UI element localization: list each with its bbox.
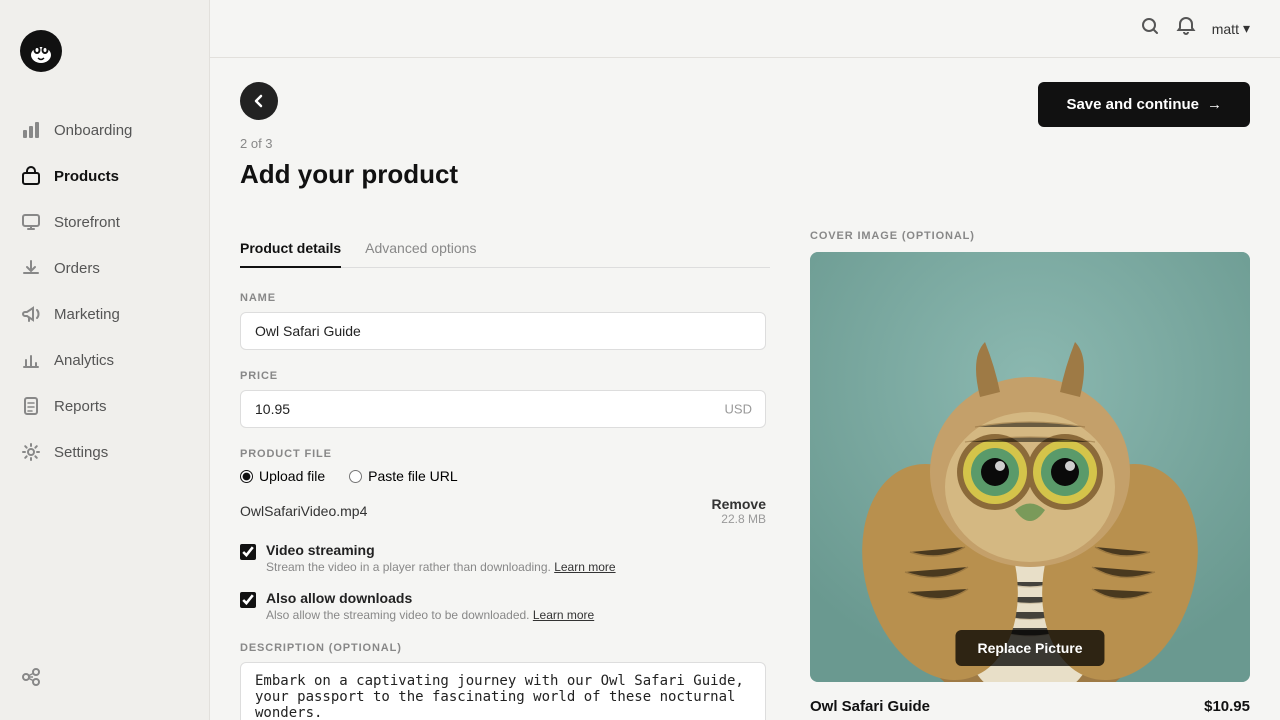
radio-upload-input[interactable] [240, 470, 253, 483]
sidebar-item-reports[interactable]: Reports [0, 383, 209, 429]
sidebar-item-storefront[interactable]: Storefront [0, 199, 209, 245]
sidebar-item-affiliate[interactable] [0, 654, 209, 700]
bell-icon[interactable] [1176, 16, 1196, 41]
video-streaming-desc: Stream the video in a player rather than… [266, 560, 616, 574]
name-field-label: NAME [240, 292, 766, 304]
user-menu[interactable]: matt ▾ [1212, 20, 1250, 37]
gear-icon [20, 441, 42, 463]
top-section: 2 of 3 Add your product Save and continu… [210, 58, 1280, 210]
name-field-group: NAME [240, 292, 766, 350]
save-arrow-icon: → [1207, 96, 1222, 113]
name-input[interactable] [240, 312, 766, 350]
allow-downloads-label: Also allow downloads [266, 590, 594, 606]
tab-product-details[interactable]: Product details [240, 230, 341, 268]
cover-panel: COVER IMAGE (OPTIONAL) [810, 230, 1250, 690]
currency-label: USD [725, 402, 752, 417]
file-type-radio-group: Upload file Paste file URL [240, 468, 766, 484]
price-field-label: PRICE [240, 370, 766, 382]
product-file-field-group: PRODUCT FILE Upload file Paste file URL [240, 448, 766, 622]
tab-bar: Product details Advanced options [240, 230, 770, 268]
video-streaming-label: Video streaming [266, 542, 616, 558]
radio-paste-input[interactable] [349, 470, 362, 483]
replace-picture-button[interactable]: Replace Picture [955, 630, 1104, 666]
sidebar-item-orders[interactable]: Orders [0, 245, 209, 291]
allow-downloads-checkbox[interactable] [240, 592, 256, 608]
radio-paste-label: Paste file URL [368, 468, 457, 484]
video-streaming-text: Video streaming Stream the video in a pl… [266, 542, 616, 574]
download-icon [20, 257, 42, 279]
allow-downloads-desc: Also allow the streaming video to be dow… [266, 608, 594, 622]
description-label: DESCRIPTION (OPTIONAL) [240, 642, 766, 654]
app-logo [0, 20, 82, 107]
back-button[interactable] [240, 82, 278, 120]
video-streaming-option: Video streaming Stream the video in a pl… [240, 542, 766, 574]
file-name-label: OwlSafariVideo.mp4 [240, 503, 367, 519]
file-remove-wrap: Remove 22.8 MB [712, 496, 766, 526]
product-file-label: PRODUCT FILE [240, 448, 766, 460]
box-icon [20, 165, 42, 187]
save-continue-button[interactable]: Save and continue → [1038, 82, 1250, 127]
sidebar-item-analytics[interactable]: Analytics [0, 337, 209, 383]
allow-downloads-option: Also allow downloads Also allow the stre… [240, 590, 766, 622]
affiliate-icon [20, 666, 42, 688]
file-info-row: OwlSafariVideo.mp4 Remove 22.8 MB [240, 496, 766, 526]
preview-product-name: Owl Safari Guide [810, 698, 930, 715]
price-input[interactable] [240, 390, 766, 428]
sidebar-item-reports-label: Reports [54, 398, 107, 415]
search-icon[interactable] [1140, 16, 1160, 41]
description-textarea[interactable]: Embark on a captivating journey with our… [240, 662, 766, 720]
bar-icon [20, 349, 42, 371]
sidebar: Onboarding Products Storefront Orders Ma… [0, 0, 210, 720]
megaphone-icon [20, 303, 42, 325]
username-label: matt [1212, 21, 1239, 37]
price-input-wrap: USD [240, 390, 766, 428]
monitor-icon [20, 211, 42, 233]
content-area: Product details Advanced options NAME PR… [210, 210, 1280, 720]
sidebar-item-marketing[interactable]: Marketing [0, 291, 209, 337]
sidebar-item-analytics-label: Analytics [54, 352, 114, 369]
form-scroll-area: NAME PRICE USD PRODUCT FILE [240, 292, 770, 720]
product-preview-header: Owl Safari Guide $10.95 [810, 698, 1250, 715]
sidebar-item-onboarding-label: Onboarding [54, 122, 132, 139]
sidebar-item-products-label: Products [54, 168, 119, 185]
tab-advanced-options[interactable]: Advanced options [365, 230, 476, 268]
allow-downloads-text: Also allow downloads Also allow the stre… [266, 590, 594, 622]
description-field-group: DESCRIPTION (OPTIONAL) Embark on a capti… [240, 642, 766, 720]
step-label: 2 of 3 [240, 136, 458, 151]
main-content: matt ▾ 2 of 3 Add your product Save and … [210, 0, 1280, 720]
cover-image-wrapper: Replace Picture [810, 252, 1250, 682]
sidebar-item-settings[interactable]: Settings [0, 429, 209, 475]
sidebar-item-orders-label: Orders [54, 260, 100, 277]
topbar: matt ▾ [210, 0, 1280, 58]
chevron-down-icon: ▾ [1243, 20, 1250, 37]
title-area: 2 of 3 Add your product [240, 82, 458, 210]
radio-upload-label: Upload file [259, 468, 325, 484]
sidebar-item-marketing-label: Marketing [54, 306, 120, 323]
radio-upload-option[interactable]: Upload file [240, 468, 325, 484]
page-title: Add your product [240, 159, 458, 190]
preview-product-price: $10.95 [1204, 698, 1250, 715]
radio-paste-option[interactable]: Paste file URL [349, 468, 457, 484]
file-remove-button[interactable]: Remove [712, 496, 766, 512]
sidebar-item-onboarding[interactable]: Onboarding [0, 107, 209, 153]
file-icon [20, 395, 42, 417]
chart-icon [20, 119, 42, 141]
save-continue-label: Save and continue [1066, 96, 1199, 113]
sidebar-item-settings-label: Settings [54, 444, 108, 461]
cover-image-label: COVER IMAGE (OPTIONAL) [810, 230, 1250, 242]
price-field-group: PRICE USD [240, 370, 766, 428]
video-streaming-learn-more[interactable]: Learn more [554, 560, 615, 574]
sidebar-item-storefront-label: Storefront [54, 214, 120, 231]
form-panel: Product details Advanced options NAME PR… [240, 230, 770, 690]
file-size-label: 22.8 MB [712, 512, 766, 526]
video-streaming-checkbox[interactable] [240, 544, 256, 560]
sidebar-item-products[interactable]: Products [0, 153, 209, 199]
allow-downloads-learn-more[interactable]: Learn more [533, 608, 594, 622]
